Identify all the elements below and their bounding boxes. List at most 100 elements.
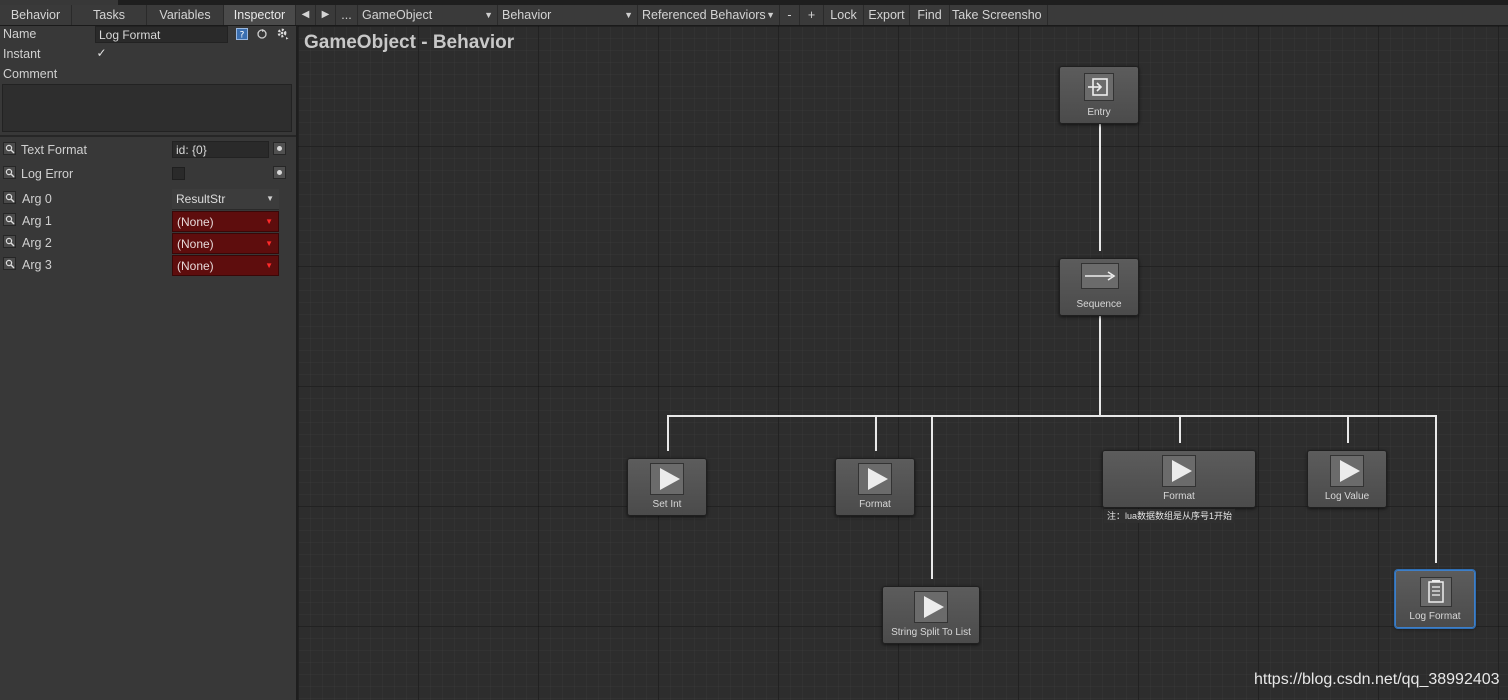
connection-line: [667, 415, 1437, 417]
entry-icon: [1084, 73, 1114, 101]
arg0-select[interactable]: ResultStr ▼: [172, 189, 279, 210]
instant-label: Instant: [3, 47, 41, 61]
connection-line: [1099, 316, 1101, 416]
find-button[interactable]: Find: [910, 5, 950, 25]
shared-variable-toggle[interactable]: [273, 166, 286, 179]
set-int-node[interactable]: Set Int: [627, 458, 707, 516]
referenced-behaviors-dropdown[interactable]: Referenced Behaviors ▼: [638, 5, 780, 25]
help-icon[interactable]: ?: [236, 28, 248, 41]
inspector-panel: Name Log Format ? Instant ✓ Comment Text…: [0, 26, 296, 700]
comment-label: Comment: [3, 67, 58, 81]
log-value-node[interactable]: Log Value: [1307, 450, 1387, 508]
gameobject-dropdown[interactable]: GameObject ▼: [358, 5, 498, 25]
play-icon: [858, 463, 892, 495]
arg3-value: (None): [177, 259, 214, 273]
watermark-text: https://blog.csdn.net/qq_38992403: [1254, 671, 1500, 688]
inspector-divider: [0, 135, 296, 137]
log-error-label: Log Error: [21, 167, 74, 181]
tab-inspector[interactable]: Inspector: [224, 5, 296, 25]
connection-line: [667, 415, 669, 451]
format-node[interactable]: Format: [835, 458, 915, 516]
format-node[interactable]: Format: [1102, 450, 1256, 508]
arg1-label: Arg 1: [22, 214, 52, 228]
connection-line: [1099, 124, 1101, 251]
export-button[interactable]: Export: [864, 5, 910, 25]
instant-checkbox[interactable]: ✓: [95, 47, 108, 61]
take-screenshot-button[interactable]: Take Screensho: [950, 5, 1048, 25]
reset-icon[interactable]: [256, 28, 268, 40]
arg0-label: Arg 0: [22, 192, 52, 206]
behavior-graph-canvas[interactable]: GameObject - Behavior Entry Sequence Set…: [298, 26, 1508, 700]
variable-search-icon[interactable]: [3, 257, 16, 270]
text-format-field[interactable]: id: {0}: [172, 141, 269, 158]
name-label: Name: [3, 27, 37, 41]
arg3-label: Arg 3: [22, 258, 52, 272]
connection-line: [1435, 415, 1437, 563]
chevron-down-icon: ▼: [265, 239, 273, 248]
log-error-checkbox[interactable]: [172, 167, 185, 180]
back-button[interactable]: ◀: [296, 5, 316, 25]
tab-behavior[interactable]: Behavior: [0, 5, 72, 25]
play-icon: [914, 591, 948, 623]
variable-search-icon[interactable]: [3, 191, 16, 204]
string-split-to-list-node[interactable]: String Split To List: [882, 586, 980, 644]
comment-textarea[interactable]: [2, 84, 292, 132]
remove-behavior-button[interactable]: -: [780, 5, 800, 25]
gameobject-dropdown-label: GameObject: [362, 8, 433, 22]
add-behavior-button[interactable]: +: [800, 5, 824, 25]
name-field[interactable]: Log Format: [95, 26, 228, 43]
chevron-down-icon: ▼: [766, 10, 775, 20]
arg3-select[interactable]: (None) ▼: [172, 255, 279, 276]
gear-icon[interactable]: [276, 27, 289, 40]
chevron-down-icon: ▼: [624, 10, 633, 20]
sequence-node[interactable]: Sequence: [1059, 258, 1139, 316]
variable-search-icon[interactable]: [3, 235, 16, 248]
chevron-down-icon: ▼: [266, 194, 274, 203]
connection-line: [931, 415, 933, 579]
connection-line: [1347, 415, 1349, 443]
connection-line: [875, 415, 877, 451]
variable-search-icon[interactable]: [3, 213, 16, 226]
arg2-value: (None): [177, 237, 214, 251]
connection-line: [1179, 415, 1181, 443]
node-label: Set Int: [652, 499, 682, 510]
node-label: Format: [859, 499, 891, 510]
node-label: Sequence: [1076, 299, 1122, 310]
play-icon: [650, 463, 684, 495]
node-label: String Split To List: [891, 627, 971, 638]
behavior-dropdown[interactable]: Behavior ▼: [498, 5, 638, 25]
node-label: Entry: [1087, 107, 1111, 118]
text-format-label: Text Format: [21, 143, 87, 157]
lock-button[interactable]: Lock: [824, 5, 864, 25]
log-icon: [1420, 577, 1452, 607]
tab-variables[interactable]: Variables: [147, 5, 224, 25]
play-icon: [1330, 455, 1364, 487]
entry-node[interactable]: Entry: [1059, 66, 1139, 124]
variable-search-icon[interactable]: [3, 142, 16, 155]
node-label: Log Format: [1409, 611, 1461, 622]
referenced-behaviors-label: Referenced Behaviors: [642, 8, 766, 22]
behavior-dropdown-label: Behavior: [502, 8, 552, 22]
shared-variable-toggle[interactable]: [273, 142, 286, 155]
arg2-select[interactable]: (None) ▼: [172, 233, 279, 254]
chevron-down-icon: ▼: [265, 217, 273, 226]
arg0-value: ResultStr: [176, 192, 226, 206]
graph-title: GameObject - Behavior: [304, 32, 515, 53]
more-button[interactable]: ...: [336, 5, 358, 25]
chevron-down-icon: ▼: [265, 261, 273, 270]
node-comment: 注：lua数据数组是从序号1开始: [1104, 509, 1236, 523]
toolbar: Behavior Tasks Variables Inspector ◀ ▶ .…: [0, 5, 1508, 26]
arg1-select[interactable]: (None) ▼: [172, 211, 279, 232]
node-label: Log Value: [1324, 491, 1370, 502]
forward-button[interactable]: ▶: [316, 5, 336, 25]
sequence-arrow-icon: [1081, 263, 1119, 289]
chevron-down-icon: ▼: [484, 10, 493, 20]
variable-search-icon[interactable]: [3, 166, 16, 179]
arg1-value: (None): [177, 215, 214, 229]
play-icon: [1162, 455, 1196, 487]
arg2-label: Arg 2: [22, 236, 52, 250]
svg-text:?: ?: [240, 31, 245, 41]
node-label: Format: [1163, 491, 1195, 502]
log-format-node[interactable]: Log Format: [1395, 570, 1475, 628]
tab-tasks[interactable]: Tasks: [72, 5, 147, 25]
